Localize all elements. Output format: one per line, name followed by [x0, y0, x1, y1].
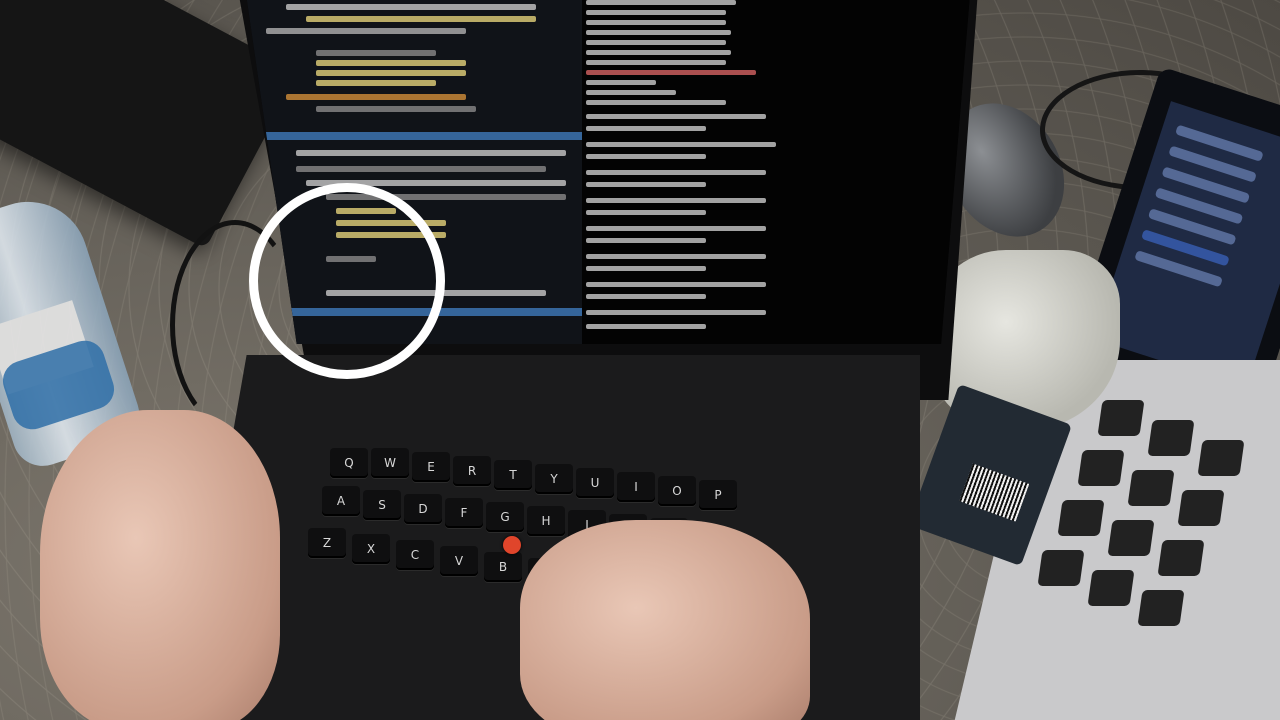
- key-e: E: [412, 452, 450, 482]
- terminal-line: [586, 182, 706, 187]
- key-b: B: [484, 552, 522, 582]
- terminal-line: [586, 226, 766, 231]
- terminal-line: [586, 20, 726, 25]
- terminal-line: [586, 30, 731, 35]
- key-g: G: [486, 502, 524, 532]
- key-v: V: [440, 546, 478, 576]
- code-line: [316, 50, 436, 56]
- mac-key: [1077, 450, 1125, 486]
- code-line: [316, 80, 436, 86]
- key-c: C: [396, 540, 434, 570]
- code-line: [316, 106, 476, 112]
- terminal-pane: [582, 0, 970, 344]
- mac-key: [1137, 590, 1185, 626]
- key-i: I: [617, 472, 655, 502]
- mac-key: [1197, 440, 1245, 476]
- terminal-line: [586, 210, 706, 215]
- terminal-line: [586, 294, 706, 299]
- terminal-line: [586, 114, 766, 119]
- terminal-line: [586, 80, 656, 85]
- terminal-line: [586, 10, 726, 15]
- terminal-line: [586, 238, 706, 243]
- terminal-line: [586, 154, 706, 159]
- highlight-ring: [249, 183, 445, 379]
- terminal-line: [586, 70, 756, 75]
- editor-statusbar: [264, 132, 582, 140]
- key-t: T: [494, 460, 532, 490]
- mac-key: [1097, 400, 1145, 436]
- right-hand: [520, 520, 810, 720]
- mac-key: [1147, 420, 1195, 456]
- key-u: U: [576, 468, 614, 498]
- trackpoint: [503, 536, 521, 554]
- barcode: [959, 463, 1030, 522]
- terminal-line: [586, 324, 706, 329]
- key-a: A: [322, 486, 360, 516]
- terminal-line: [586, 254, 766, 259]
- terminal-line: [586, 282, 766, 287]
- code-line: [316, 70, 466, 76]
- code-line: [286, 4, 536, 10]
- key-z: Z: [308, 528, 346, 558]
- code-line: [286, 94, 466, 100]
- key-h: H: [527, 506, 565, 536]
- key-x: X: [352, 534, 390, 564]
- terminal-line: [586, 100, 726, 105]
- terminal-line: [586, 0, 736, 5]
- terminal-line: [586, 266, 706, 271]
- key-s: S: [363, 490, 401, 520]
- mac-key: [1107, 520, 1155, 556]
- key-q: Q: [330, 448, 368, 478]
- terminal-line: [586, 310, 766, 315]
- terminal-line: [586, 50, 731, 55]
- key-w: W: [371, 448, 409, 478]
- code-line: [296, 150, 566, 156]
- code-line: [296, 166, 546, 172]
- key-r: R: [453, 456, 491, 486]
- mac-key: [1057, 500, 1105, 536]
- key-d: D: [404, 494, 442, 524]
- key-p: P: [699, 480, 737, 510]
- terminal-line: [586, 170, 766, 175]
- key-f: F: [445, 498, 483, 528]
- code-line: [266, 28, 466, 34]
- mac-key: [1157, 540, 1205, 576]
- code-line: [306, 16, 536, 22]
- terminal-line: [586, 40, 726, 45]
- left-hand: [40, 410, 280, 720]
- terminal-line: [586, 198, 766, 203]
- photo-scene: Q W E R T Y U I O P A S D F G H J K L Z …: [0, 0, 1280, 720]
- mac-key: [1177, 490, 1225, 526]
- mac-key: [1037, 550, 1085, 586]
- terminal-line: [586, 90, 676, 95]
- key-y: Y: [535, 464, 573, 494]
- terminal-line: [586, 126, 706, 131]
- code-line: [316, 60, 466, 66]
- mac-key: [1127, 470, 1175, 506]
- terminal-line: [586, 142, 776, 147]
- mac-key: [1087, 570, 1135, 606]
- terminal-line: [586, 60, 726, 65]
- key-o: O: [658, 476, 696, 506]
